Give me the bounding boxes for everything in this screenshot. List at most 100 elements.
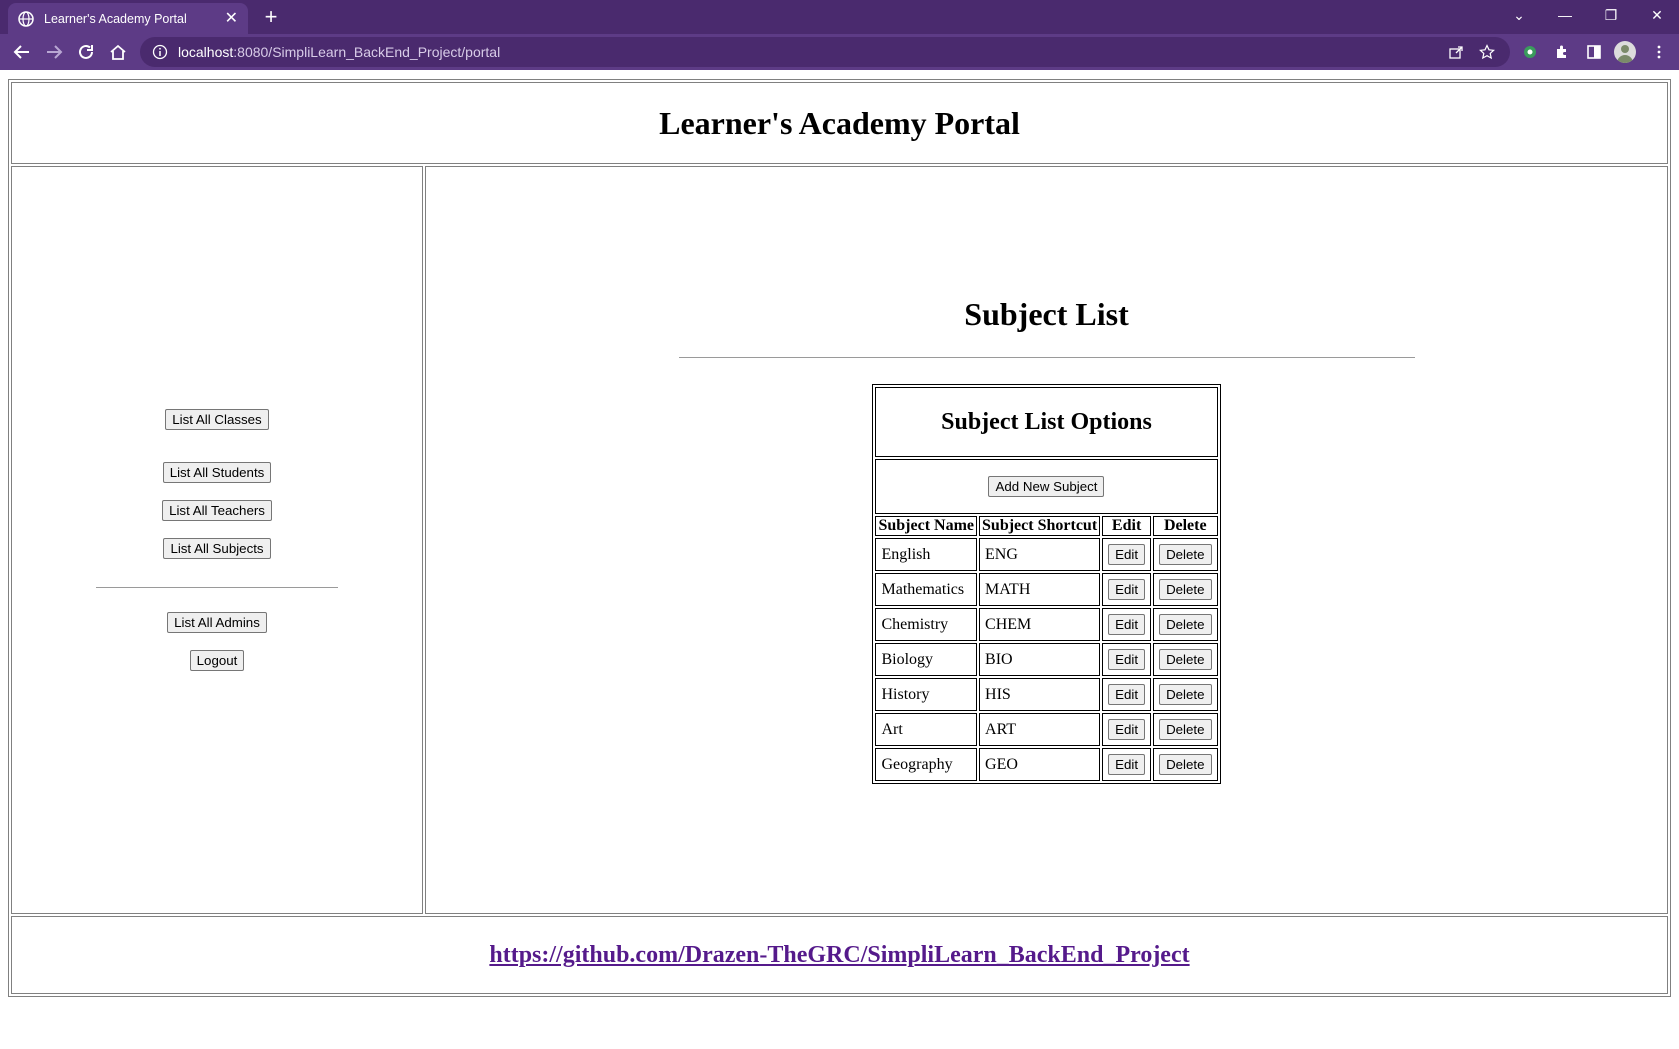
header: Learner's Academy Portal xyxy=(11,82,1668,164)
table-row: Mathematics MATH Edit Delete xyxy=(875,573,1218,606)
delete-button[interactable]: Delete xyxy=(1159,649,1212,670)
close-window-icon[interactable]: ✕ xyxy=(1634,0,1679,30)
column-header: Subject Name xyxy=(875,516,978,536)
profile-avatar[interactable] xyxy=(1614,41,1636,63)
edit-cell: Edit xyxy=(1102,713,1152,746)
minimize-icon[interactable]: — xyxy=(1542,0,1588,30)
sidebar: List All Classes List All Students List … xyxy=(11,166,423,914)
subject-shortcut: BIO xyxy=(979,643,1101,676)
subject-name: Mathematics xyxy=(875,573,978,606)
list-all-teachers-button[interactable]: List All Teachers xyxy=(162,500,272,521)
delete-button[interactable]: Delete xyxy=(1159,614,1212,635)
delete-button[interactable]: Delete xyxy=(1159,719,1212,740)
table-header-row: Subject Name Subject Shortcut Edit Delet… xyxy=(875,516,1218,536)
table-row: English ENG Edit Delete xyxy=(875,538,1218,571)
close-tab-icon[interactable]: ✕ xyxy=(225,10,238,27)
side-panel-icon[interactable] xyxy=(1580,38,1608,66)
extension-icon[interactable] xyxy=(1516,38,1544,66)
add-subject-cell: Add New Subject xyxy=(875,459,1218,514)
puzzle-icon[interactable] xyxy=(1548,38,1576,66)
page-viewport: Learner's Academy Portal List All Classe… xyxy=(0,70,1679,1049)
edit-cell: Edit xyxy=(1102,643,1152,676)
subject-name: Art xyxy=(875,713,978,746)
share-icon[interactable] xyxy=(1442,37,1470,67)
edit-cell: Edit xyxy=(1102,678,1152,711)
delete-cell: Delete xyxy=(1153,608,1218,641)
edit-cell: Edit xyxy=(1102,573,1152,606)
delete-cell: Delete xyxy=(1153,713,1218,746)
site-info-icon[interactable] xyxy=(152,44,168,60)
restore-icon[interactable]: ❐ xyxy=(1588,0,1634,30)
layout-table: Learner's Academy Portal List All Classe… xyxy=(8,79,1671,997)
browser-tab-strip: Learner's Academy Portal ✕ + ⌄ — ❐ ✕ xyxy=(0,0,1679,34)
edit-button[interactable]: Edit xyxy=(1108,754,1146,775)
table-row: Biology BIO Edit Delete xyxy=(875,643,1218,676)
section-title: Subject List xyxy=(964,296,1129,332)
list-all-admins-button[interactable]: List All Admins xyxy=(167,612,267,633)
subject-shortcut: ART xyxy=(979,713,1101,746)
delete-cell: Delete xyxy=(1153,643,1218,676)
logout-button[interactable]: Logout xyxy=(189,650,245,671)
column-header: Edit xyxy=(1102,516,1152,536)
browser-toolbar: localhost:8080/SimpliLearn_BackEnd_Proje… xyxy=(0,34,1679,70)
edit-button[interactable]: Edit xyxy=(1108,649,1146,670)
edit-cell: Edit xyxy=(1102,608,1152,641)
table-row: Chemistry CHEM Edit Delete xyxy=(875,608,1218,641)
delete-button[interactable]: Delete xyxy=(1159,579,1212,600)
reload-icon[interactable] xyxy=(72,38,100,66)
sidebar-divider xyxy=(96,587,338,588)
browser-menu-icon[interactable] xyxy=(1645,38,1673,66)
forward-icon[interactable] xyxy=(40,38,68,66)
tab-search-icon[interactable]: ⌄ xyxy=(1496,0,1542,30)
url-path: :8080/SimpliLearn_BackEnd_Project/portal xyxy=(233,44,501,60)
subject-name: Biology xyxy=(875,643,978,676)
back-icon[interactable] xyxy=(8,38,36,66)
page-title: Learner's Academy Portal xyxy=(659,104,1020,141)
subject-shortcut: CHEM xyxy=(979,608,1101,641)
subject-table: Subject List Options Add New Subject Sub… xyxy=(872,384,1221,784)
delete-button[interactable]: Delete xyxy=(1159,684,1212,705)
globe-icon xyxy=(18,10,34,27)
url-host: localhost xyxy=(178,44,234,60)
subject-name: Geography xyxy=(875,748,978,781)
delete-cell: Delete xyxy=(1153,538,1218,571)
subject-name: Chemistry xyxy=(875,608,978,641)
list-all-students-button[interactable]: List All Students xyxy=(162,462,272,483)
delete-cell: Delete xyxy=(1153,678,1218,711)
address-bar[interactable]: localhost:8080/SimpliLearn_BackEnd_Proje… xyxy=(140,37,1510,67)
table-row: History HIS Edit Delete xyxy=(875,678,1218,711)
options-header: Subject List Options xyxy=(875,387,1218,457)
main-divider xyxy=(678,357,1415,358)
edit-cell: Edit xyxy=(1102,748,1152,781)
delete-cell: Delete xyxy=(1153,573,1218,606)
bookmark-star-icon[interactable] xyxy=(1473,37,1501,67)
main-content: Subject List Subject List Options Add Ne… xyxy=(425,166,1668,914)
edit-button[interactable]: Edit xyxy=(1108,684,1146,705)
list-all-classes-button[interactable]: List All Classes xyxy=(165,409,269,430)
subject-shortcut: GEO xyxy=(979,748,1101,781)
edit-button[interactable]: Edit xyxy=(1108,614,1146,635)
subject-shortcut: ENG xyxy=(979,538,1101,571)
new-tab-icon[interactable]: + xyxy=(258,4,284,30)
delete-button[interactable]: Delete xyxy=(1159,754,1212,775)
edit-cell: Edit xyxy=(1102,538,1152,571)
add-new-subject-button[interactable]: Add New Subject xyxy=(988,476,1105,497)
options-title: Subject List Options xyxy=(941,408,1152,435)
edit-button[interactable]: Edit xyxy=(1108,579,1146,600)
column-header: Delete xyxy=(1153,516,1218,536)
list-all-subjects-button[interactable]: List All Subjects xyxy=(163,538,271,559)
edit-button[interactable]: Edit xyxy=(1108,719,1146,740)
subject-shortcut: MATH xyxy=(979,573,1101,606)
subject-name: History xyxy=(875,678,978,711)
tab-title: Learner's Academy Portal xyxy=(44,11,187,26)
subject-name: English xyxy=(875,538,978,571)
home-icon[interactable] xyxy=(104,38,132,66)
delete-button[interactable]: Delete xyxy=(1159,544,1212,565)
subject-shortcut: HIS xyxy=(979,678,1101,711)
footer: https://github.com/Drazen-TheGRC/SimpliL… xyxy=(11,916,1668,994)
browser-tab[interactable]: Learner's Academy Portal ✕ xyxy=(8,3,248,34)
column-header: Subject Shortcut xyxy=(979,516,1101,536)
table-row: Art ART Edit Delete xyxy=(875,713,1218,746)
github-link[interactable]: https://github.com/Drazen-TheGRC/SimpliL… xyxy=(489,942,1189,968)
edit-button[interactable]: Edit xyxy=(1108,544,1146,565)
